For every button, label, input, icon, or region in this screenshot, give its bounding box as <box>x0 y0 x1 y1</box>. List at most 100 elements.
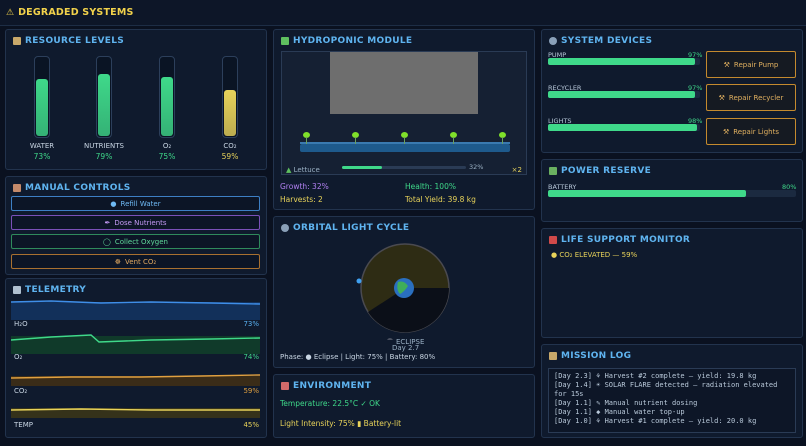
station-icon <box>356 278 362 284</box>
manual-controls-title: MANUAL CONTROLS <box>13 183 131 193</box>
resource-gauge-label: CO₂ <box>223 142 237 150</box>
orbit-diagram <box>356 243 450 340</box>
health-stat: Health: 100% <box>405 182 456 191</box>
plant-icon <box>281 37 289 45</box>
warning-icon: ⚠ <box>6 7 15 18</box>
resource-gauge-value: 75% <box>158 152 176 161</box>
refill-water-button[interactable]: ● Refill Water <box>11 196 260 211</box>
syringe-icon: ✒ <box>104 218 111 227</box>
vent-icon: ☸ <box>114 257 122 266</box>
resource-gauge-label: O₂ <box>162 142 172 150</box>
lettuce-plant-icon <box>450 132 457 144</box>
gear-icon <box>549 37 557 45</box>
log-entry: [Day 2.3] ⚘ Harvest #2 complete — yield:… <box>554 372 757 380</box>
oxygen-icon: ◯ <box>102 237 111 246</box>
graph-icon <box>13 286 21 294</box>
resource-gauge-value: 79% <box>95 152 113 161</box>
resource-gauge-label: NUTRIENTS <box>84 142 124 150</box>
resource-gauge <box>34 56 50 138</box>
telemetry-value-temp: 45% <box>243 421 259 429</box>
resource-gauge-value: 73% <box>33 152 51 161</box>
telemetry-chart <box>11 300 260 418</box>
mission-log-title: MISSION LOG <box>549 351 631 361</box>
grow-light <box>330 52 478 114</box>
device-bar-pump <box>548 58 700 65</box>
resource-gauge <box>222 56 238 138</box>
droplet-icon: ● <box>110 199 117 208</box>
telemetry-value-h2o: 73% <box>243 320 259 328</box>
grow-chamber: ▲ Lettuce 32% ×2 <box>281 51 527 175</box>
wrench-icon <box>13 184 21 192</box>
co2-alert: ● CO₂ ELEVATED — 59% <box>551 251 638 259</box>
leaf-icon: ▲ <box>286 166 292 174</box>
resource-gauge <box>159 56 175 138</box>
device-bar-fill <box>548 91 696 98</box>
telemetry-title: TELEMETRY <box>13 285 86 295</box>
lettuce-plant-icon <box>499 132 506 144</box>
orbit-status: Phase: ● Eclipse | Light: 75% | Battery:… <box>280 353 436 361</box>
battery-bar <box>548 190 796 197</box>
log-entry: [Day 1.1] ✎ Manual nutrient dosing <box>554 399 698 407</box>
crop-label: ▲ Lettuce <box>286 166 320 174</box>
dose-nutrients-button[interactable]: ✒ Dose Nutrients <box>11 215 260 230</box>
device-bar-fill <box>548 124 697 131</box>
telemetry-value-o2: 74% <box>243 353 259 361</box>
status-banner: ⚠ DEGRADED SYSTEMS <box>0 0 806 26</box>
eclipse-marker <box>387 338 393 340</box>
telemetry-label-co2: CO₂ <box>14 387 28 395</box>
telemetry-label-temp: TEMP <box>14 421 33 429</box>
temperature-reading: Temperature: 22.5°C ✓ OK <box>280 399 380 408</box>
device-bar-lights <box>548 124 700 131</box>
vent-co2-button[interactable]: ☸ Vent CO₂ <box>11 254 260 269</box>
telemetry-label-h2o: H₂O <box>14 320 28 328</box>
lettuce-plant-icon <box>401 132 408 144</box>
thermometer-icon <box>281 382 289 390</box>
hammer-icon: ⚒ <box>718 93 725 102</box>
lettuce-plant-icon <box>352 132 359 144</box>
device-bar-recycler <box>548 91 700 98</box>
grow-bed <box>300 144 510 152</box>
hammer-icon: ⚒ <box>723 60 730 69</box>
resource-gauge <box>96 56 112 138</box>
log-icon <box>549 352 557 360</box>
repair-recycler-button[interactable]: ⚒ Repair Recycler <box>706 84 796 111</box>
log-entry: [Day 1.0] ⚘ Harvest #1 complete — yield:… <box>554 417 757 425</box>
life-support-icon <box>549 236 557 244</box>
battery-bar-fill <box>548 190 747 197</box>
system-devices-title: SYSTEM DEVICES <box>549 36 652 46</box>
resource-gauge-value: 59% <box>221 152 239 161</box>
resource-gauge-fill <box>36 79 48 136</box>
resource-levels-title: RESOURCE LEVELS <box>13 36 124 46</box>
repair-pump-button[interactable]: ⚒ Repair Pump <box>706 51 796 78</box>
lettuce-plant-icon <box>303 132 310 144</box>
yield-multiplier: ×2 <box>511 166 522 174</box>
growth-progress <box>342 166 466 169</box>
device-bar-fill <box>548 58 696 65</box>
telemetry-label-o2: O₂ <box>14 353 23 361</box>
orbit-icon <box>281 224 289 232</box>
harvests-stat: Harvests: 2 <box>280 195 323 204</box>
telemetry-h2o-area <box>11 302 260 320</box>
environment-title: ENVIRONMENT <box>281 381 371 391</box>
power-reserve-title: POWER RESERVE <box>549 166 651 176</box>
banner-title: DEGRADED SYSTEMS <box>18 7 134 18</box>
resource-gauge-label: WATER <box>29 142 55 150</box>
repair-lights-button[interactable]: ⚒ Repair Lights <box>706 118 796 145</box>
life-support-title: LIFE SUPPORT MONITOR <box>549 235 690 245</box>
resource-gauge-fill <box>224 90 236 136</box>
log-entry: [Day 1.1] ◆ Manual water top-up <box>554 408 685 416</box>
resource-gauge-fill <box>161 77 173 136</box>
orbital-cycle-title: ORBITAL LIGHT CYCLE <box>281 223 409 233</box>
total-yield-stat: Total Yield: 39.8 kg <box>405 195 476 204</box>
growth-progress-label: 32% <box>469 163 484 171</box>
collect-oxygen-button[interactable]: ◯ Collect Oxygen <box>11 234 260 249</box>
growth-stat: Growth: 32% <box>280 182 329 191</box>
orbit-day: Day 2.7 <box>392 344 420 352</box>
light-intensity-reading: Light Intensity: 75% ▮ Battery-lit <box>280 419 402 428</box>
battery-icon <box>549 167 557 175</box>
resource-gauge-fill <box>98 74 110 136</box>
life-support-panel: LIFE SUPPORT MONITOR <box>541 228 803 338</box>
log-entry: [Day 1.4] ☀ SOLAR FLARE detected — radia… <box>554 381 778 398</box>
mission-log-list[interactable]: [Day 2.3] ⚘ Harvest #2 complete — yield:… <box>548 368 796 433</box>
hydroponic-title: HYDROPONIC MODULE <box>281 36 412 46</box>
